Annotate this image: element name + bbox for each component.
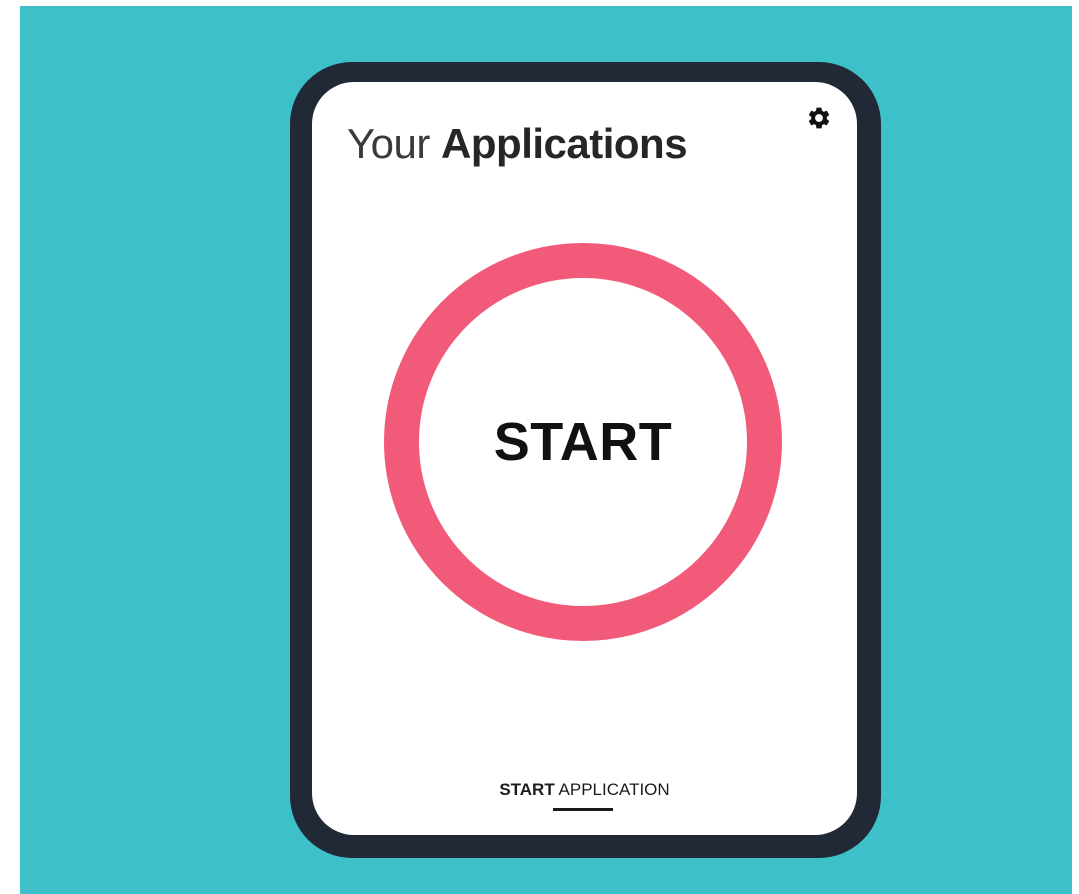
- app-screen: Your Applications START START APPLICATIO…: [312, 82, 857, 835]
- start-button-label: START: [493, 412, 673, 472]
- app-background: Your Applications START START APPLICATIO…: [20, 6, 1072, 894]
- page-title: Your Applications: [347, 120, 688, 168]
- device-frame: Your Applications START START APPLICATIO…: [290, 62, 881, 858]
- gear-icon: [808, 107, 830, 129]
- start-button[interactable]: START: [384, 243, 782, 641]
- settings-button[interactable]: [806, 105, 832, 131]
- tab-active-indicator: [553, 808, 613, 811]
- tab-start-application[interactable]: START APPLICATION: [312, 780, 857, 800]
- page-title-prefix: Your: [347, 120, 430, 167]
- tab-label-regular: APPLICATION: [558, 780, 670, 799]
- page-title-main: Applications: [441, 120, 688, 167]
- tab-label-bold: START: [499, 780, 555, 799]
